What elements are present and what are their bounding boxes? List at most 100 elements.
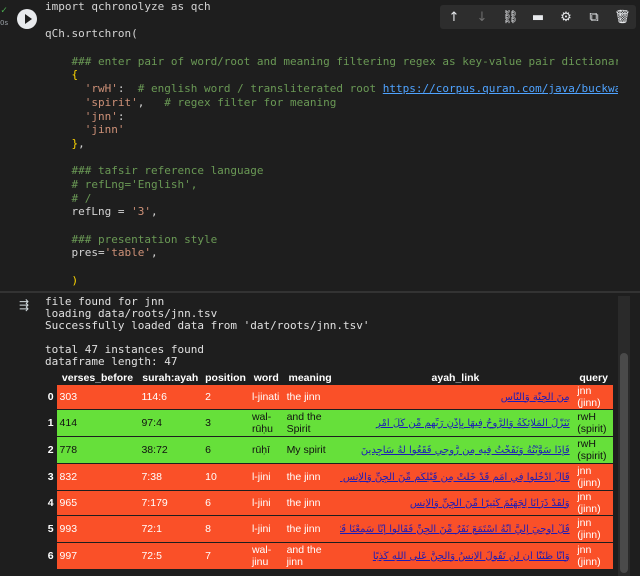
code-token: ### tafsir reference language	[45, 164, 264, 178]
ayah-link[interactable]: تَنَزَّلُ الْمَلَائِكَةُ وَالرُّوحُ فِيه…	[340, 418, 570, 429]
table-row: 2 778 38:72 6 rūḥī My spirit فَإِذَا سَوَّيْتُ…	[45, 436, 613, 464]
code-token: 'jnn'	[45, 109, 118, 123]
cell-position: 7	[202, 542, 249, 570]
cell-surah-ayah: 97:4	[138, 409, 203, 437]
code-line: )	[45, 274, 618, 288]
code-line: pres='table',	[45, 246, 618, 260]
ayah-link[interactable]: مِنَ الْجِنَّةِ وَالنَّاسِ	[340, 392, 570, 403]
code-token: import qchronolyze as qch	[45, 0, 211, 13]
cell-verses-before: 414	[56, 409, 139, 437]
code-line: },	[45, 137, 618, 151]
scrollbar-thumb[interactable]	[620, 353, 628, 573]
code-token: :	[117, 109, 125, 123]
settings-icon[interactable]: ⚙	[558, 10, 574, 25]
cell-query: jnn (jinn)	[574, 463, 613, 491]
code-line: refLng = '3',	[45, 205, 618, 219]
code-link[interactable]: https://corpus.quran.com/java/buckwalter…	[383, 82, 618, 95]
cell-position: 6	[202, 436, 249, 464]
dataframe-table: verses_before surah:ayah position word meani…	[45, 370, 613, 570]
column-header: verses_before	[56, 370, 139, 385]
comment-icon[interactable]: ▬	[530, 10, 546, 25]
output-line: dataframe length: 47	[45, 355, 178, 369]
cell-position: 8	[202, 515, 249, 543]
code-token: refLng =	[45, 205, 132, 219]
ayah-link[interactable]: وَلَقَدْ ذَرَأْنَا لِجَهَنَّمَ كَثِيرًا …	[340, 498, 570, 509]
mirror-cell-icon[interactable]: ⧉	[586, 10, 602, 25]
cell-query: rwH (spirit)	[574, 436, 613, 464]
code-token: 'table'	[104, 246, 151, 260]
cell-ayah-link: قَالَ ادْخُلُوا فِي أُمَمٍ قَدْ خَلَتْ م…	[336, 463, 575, 491]
ayah-link[interactable]: قَالَ ادْخُلُوا فِي أُمَمٍ قَدْ خَلَتْ م…	[340, 472, 570, 483]
output-scrollbar[interactable]	[618, 296, 630, 576]
code-token: 'jinn'	[45, 123, 125, 137]
code-token: 'rwH'	[45, 82, 118, 96]
cell-verses-before: 303	[56, 385, 139, 410]
cell-position: 10	[202, 463, 249, 491]
table-row: 5 993 72:1 8 l-jini the jinn قُلْ أُوحِيَ إِلَ…	[45, 515, 613, 543]
code-line: ### presentation style	[45, 233, 618, 247]
cell-position: 2	[202, 385, 249, 410]
cell-ayah-link: مِنَ الْجِنَّةِ وَالنَّاسِ	[336, 385, 575, 410]
cell-verses-before: 993	[56, 515, 139, 543]
code-line: # /	[45, 192, 618, 206]
cell-query: jnn (jinn)	[574, 385, 613, 410]
cell-query: rwH (spirit)	[574, 409, 613, 437]
cell-meaning: the jinn	[283, 463, 337, 491]
column-header: meaning	[283, 370, 337, 385]
row-index: 1	[45, 409, 57, 437]
ayah-link[interactable]: قُلْ أُوحِيَ إِلَيَّ أَنَّهُ اسْتَمَعَ ن…	[340, 524, 570, 535]
code-token: )	[45, 273, 79, 287]
link-icon[interactable]: ⛓	[502, 10, 519, 25]
column-header: query	[574, 370, 613, 385]
cell-surah-ayah: 38:72	[138, 436, 203, 464]
execution-success-icon: ✓	[1, 5, 8, 16]
cell-surah-ayah: 114:6	[138, 385, 203, 410]
arrow-up-icon[interactable]: ↑	[446, 10, 462, 25]
row-index: 6	[45, 542, 57, 570]
cell-word: wal-jinu	[248, 542, 284, 570]
row-index: 2	[45, 436, 57, 464]
run-cell-button[interactable]	[17, 9, 37, 29]
cell-verses-before: 778	[56, 436, 139, 464]
cell-query: jnn (jinn)	[574, 542, 613, 570]
column-header: position	[202, 370, 249, 385]
ayah-link[interactable]: فَإِذَا سَوَّيْتُهُ وَنَفَخْتُ فِيهِ مِن…	[340, 445, 570, 456]
code-line: 'jinn'	[45, 123, 618, 137]
code-line: {	[45, 68, 618, 82]
column-header: ayah_link	[336, 370, 575, 385]
cell-ayah-link: تَنَزَّلُ الْمَلَائِكَةُ وَالرُّوحُ فِيه…	[336, 409, 575, 437]
cell-output-divider	[0, 291, 640, 293]
code-line: # refLng='English',	[45, 178, 618, 192]
code-line: 'rwH': # english word / transliterated r…	[45, 82, 618, 96]
cell-meaning: and the Spirit	[283, 409, 337, 437]
more-options-icon[interactable]: ⋮	[614, 8, 627, 23]
cell-meaning: My spirit	[283, 436, 337, 464]
table-row: 6 997 72:5 7 wal-jinu and the jinn وَأَنَّا ظَ…	[45, 542, 613, 570]
cell-position: 3	[202, 409, 249, 437]
cell-surah-ayah: 7:38	[138, 463, 203, 491]
code-token: # regex filter for meaning	[164, 95, 337, 109]
code-cell-editor[interactable]: import qchronolyze as qch qCh.sortchron(…	[40, 0, 618, 291]
arrow-down-icon[interactable]: ↓	[474, 10, 490, 25]
code-line: ### enter pair of word/root and meaning …	[45, 55, 618, 69]
code-content[interactable]: import qchronolyze as qch qCh.sortchron(…	[40, 0, 618, 287]
cell-surah-ayah: 7:179	[138, 490, 203, 516]
table-row: 4 965 7:179 6 l-jini the jinn وَلَقَدْ ذَرَأْن…	[45, 490, 613, 516]
code-token: ,	[150, 246, 158, 260]
cell-position: 6	[202, 490, 249, 516]
column-header	[45, 370, 57, 385]
cell-ayah-link: قُلْ أُوحِيَ إِلَيَّ أَنَّهُ اسْتَمَعَ ن…	[336, 515, 575, 543]
ayah-link[interactable]: وَأَنَّا ظَنَنَّا أَن لَّن تَقُولَ الْإِ…	[340, 551, 570, 562]
output-options-icon[interactable]: ⇶	[19, 298, 29, 312]
cell-word: rūḥī	[248, 436, 284, 464]
cell-verses-before: 997	[56, 542, 139, 570]
code-token: ,	[137, 95, 165, 109]
execution-time: 0s	[0, 19, 9, 27]
cell-surah-ayah: 72:5	[138, 542, 203, 570]
table-row: 0 303 114:6 2 l-jinati the jinn مِنَ الْجِنَّة…	[45, 385, 613, 410]
code-token: ,	[150, 205, 158, 219]
